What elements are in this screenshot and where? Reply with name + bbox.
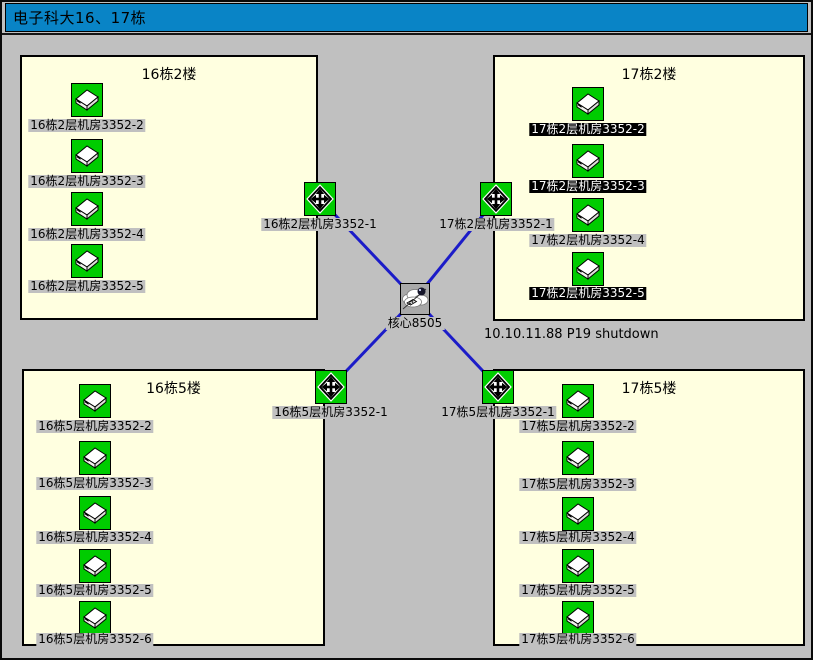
route-diamond-icon bbox=[315, 370, 347, 404]
router-node-label: 17栋2层机房3352-1 bbox=[437, 218, 554, 231]
switch-3d-icon bbox=[562, 601, 594, 635]
switch-node[interactable] bbox=[71, 192, 103, 226]
switch-node-label: 17栋2层机房3352-5 bbox=[529, 287, 646, 300]
shutdown-annotation: 10.10.11.88 P19 shutdown bbox=[484, 327, 659, 342]
router-node[interactable] bbox=[315, 370, 347, 404]
switch-node[interactable] bbox=[79, 549, 111, 583]
switch-node[interactable] bbox=[572, 144, 604, 178]
core-switch-node[interactable] bbox=[400, 283, 430, 315]
switch-node[interactable] bbox=[572, 252, 604, 286]
switch-3d-icon bbox=[572, 252, 604, 286]
router-node-label: 16栋2层机房3352-1 bbox=[261, 218, 378, 231]
router-node[interactable] bbox=[482, 370, 514, 404]
switch-node-label: 16栋5层机房3352-3 bbox=[36, 477, 153, 490]
group-title: 17栋2楼 bbox=[493, 64, 805, 84]
core-switch-label: 核心8505 bbox=[386, 317, 445, 330]
switch-3d-icon bbox=[562, 497, 594, 531]
switch-node-label: 17栋5层机房3352-2 bbox=[519, 420, 636, 433]
router-node-label: 16栋5层机房3352-1 bbox=[272, 406, 389, 419]
switch-node-label: 16栋5层机房3352-2 bbox=[36, 420, 153, 433]
switch-node-label: 16栋5层机房3352-5 bbox=[36, 584, 153, 597]
switch-node[interactable] bbox=[562, 384, 594, 418]
switch-node[interactable] bbox=[562, 441, 594, 475]
router-node-label: 17栋5层机房3352-1 bbox=[439, 406, 556, 419]
switch-node-label: 16栋5层机房3352-6 bbox=[36, 633, 153, 646]
switch-node[interactable] bbox=[562, 601, 594, 635]
switch-node[interactable] bbox=[79, 601, 111, 635]
switch-3d-icon bbox=[572, 198, 604, 232]
switch-node-label: 17栋5层机房3352-5 bbox=[519, 584, 636, 597]
router-node[interactable] bbox=[304, 182, 336, 216]
switch-3d-icon bbox=[71, 139, 103, 173]
switch-3d-icon bbox=[79, 384, 111, 418]
route-diamond-icon bbox=[480, 182, 512, 216]
group-title: 17栋5楼 bbox=[493, 378, 805, 398]
switch-node-label: 16栋2层机房3352-2 bbox=[28, 119, 145, 132]
switch-node-label: 16栋2层机房3352-4 bbox=[28, 228, 145, 241]
group-title: 16栋5楼 bbox=[22, 378, 325, 398]
router-node[interactable] bbox=[480, 182, 512, 216]
route-diamond-icon bbox=[304, 182, 336, 216]
switch-3d-icon bbox=[79, 441, 111, 475]
switch-3d-icon bbox=[71, 244, 103, 278]
switch-node[interactable] bbox=[79, 496, 111, 530]
switch-3d-icon bbox=[562, 384, 594, 418]
switch-3d-icon bbox=[71, 83, 103, 117]
switch-node-label: 16栋2层机房3352-3 bbox=[28, 175, 145, 188]
switch-node[interactable] bbox=[79, 384, 111, 418]
switch-node[interactable] bbox=[572, 198, 604, 232]
switch-3d-icon bbox=[572, 87, 604, 121]
group-title: 16栋2楼 bbox=[20, 64, 318, 84]
switch-node[interactable] bbox=[71, 139, 103, 173]
topology-links-layer bbox=[0, 0, 813, 660]
switch-node[interactable] bbox=[562, 497, 594, 531]
switch-node-label: 17栋5层机房3352-4 bbox=[519, 531, 636, 544]
switch-node[interactable] bbox=[71, 83, 103, 117]
switch-3d-icon bbox=[562, 549, 594, 583]
switch-node-label: 17栋2层机房3352-2 bbox=[529, 123, 646, 136]
switch-3d-icon bbox=[71, 192, 103, 226]
route-diamond-icon bbox=[482, 370, 514, 404]
switch-node-label: 16栋5层机房3352-4 bbox=[36, 531, 153, 544]
window-title-bar[interactable]: 电子科大16、17栋 bbox=[5, 3, 808, 32]
switch-node[interactable] bbox=[562, 549, 594, 583]
switch-node[interactable] bbox=[71, 244, 103, 278]
switch-3d-icon bbox=[572, 144, 604, 178]
cloud-core-icon bbox=[400, 283, 430, 315]
switch-3d-icon bbox=[79, 601, 111, 635]
switch-node-label: 16栋2层机房3352-5 bbox=[28, 280, 145, 293]
titlebar-separator bbox=[2, 33, 811, 35]
window-title: 电子科大16、17栋 bbox=[6, 7, 146, 28]
switch-node-label: 17栋2层机房3352-3 bbox=[529, 180, 646, 193]
switch-node-label: 17栋5层机房3352-3 bbox=[519, 478, 636, 491]
switch-node[interactable] bbox=[79, 441, 111, 475]
switch-node[interactable] bbox=[572, 87, 604, 121]
switch-3d-icon bbox=[562, 441, 594, 475]
switch-3d-icon bbox=[79, 549, 111, 583]
switch-node-label: 17栋2层机房3352-4 bbox=[529, 234, 646, 247]
switch-3d-icon bbox=[79, 496, 111, 530]
switch-node-label: 17栋5层机房3352-6 bbox=[519, 633, 636, 646]
